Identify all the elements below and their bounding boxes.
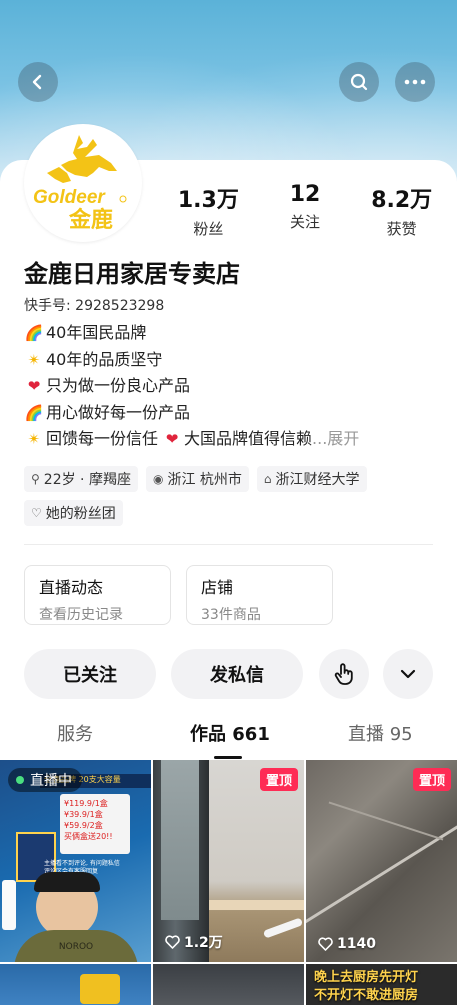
expand-bio-link[interactable]: ...展开 [312, 426, 359, 453]
presenter-hair [34, 872, 100, 892]
thumb-caption: 不开灯不敢进厨房 [314, 988, 419, 1003]
back-button[interactable] [18, 62, 58, 102]
stat-number: 12 [289, 182, 321, 207]
thumb-caption: 晚上去厨房先开灯 [314, 970, 419, 985]
chevron-down-icon [400, 669, 416, 679]
followed-button[interactable]: 已关注 [24, 649, 156, 699]
video-thumbnail[interactable]: 晚上去厨房先开灯 不开灯不敢进厨房 [306, 964, 457, 1005]
marble-vein [328, 801, 444, 841]
stat-label: 关注 [290, 213, 321, 231]
price-text: ¥39.9/1盒 [64, 810, 103, 819]
caulk-gun [262, 917, 304, 939]
profile-tags: ⚲ 22岁 · 摩羯座 ◉ 浙江 杭州市 ⌂ 浙江财经大学 ♡ 她的粉丝团 [24, 466, 444, 526]
video-thumbnail[interactable]: 置顶 1140 [306, 760, 457, 962]
pinned-badge: 置顶 [259, 768, 298, 791]
tab-services[interactable]: 服务 [57, 720, 93, 746]
live-badge: 直播中 [8, 768, 82, 792]
tag-age: ⚲ 22岁 · 摩羯座 [24, 466, 138, 492]
back-arrow-icon [32, 74, 42, 90]
bio-line: 🌈 40年国民品牌 [24, 320, 444, 347]
bio-line: 🌈 用心做好每一份产品 [24, 400, 444, 427]
video-thumbnail[interactable] [0, 964, 151, 1005]
search-button[interactable] [339, 62, 379, 102]
svg-text:金鹿: 金鹿 [68, 207, 113, 233]
thumb-object [80, 974, 120, 1004]
gender-icon: ⚲ [31, 472, 40, 486]
divider [24, 544, 433, 545]
box-subtitle: 查看历史记录 [39, 607, 123, 623]
tag-fan-group[interactable]: ♡ 她的粉丝团 [24, 500, 123, 526]
expand-button[interactable] [383, 649, 433, 699]
bio-line: ✴ 回馈每一份信任 ❤ 大国品牌值得信赖 ...展开 [24, 426, 444, 453]
stat-label: 获赞 [386, 220, 417, 238]
tile-seam [306, 817, 457, 926]
stat-label: 粉丝 [193, 220, 224, 238]
profile-stats: 1.3万 粉丝 12 关注 8.2万 获赞 [160, 182, 450, 239]
stat-fans[interactable]: 1.3万 粉丝 [160, 182, 257, 239]
toothbrush [2, 880, 16, 930]
tag-school[interactable]: ⌂ 浙江财经大学 [256, 466, 367, 492]
hand-touch-icon [334, 663, 353, 685]
sparkle-icon: ✴ [27, 350, 41, 369]
video-thumbnail-live[interactable]: 全鹿品牌 20支大容量 ¥119.9/1盒 ¥39.9/1盒 ¥59.9/2盒 … [0, 760, 151, 962]
box-subtitle: 33件商品 [201, 607, 261, 623]
like-count: 1.2万 [165, 932, 223, 952]
content-tabs: 服务 作品 661 直播 95 [0, 720, 457, 760]
more-button[interactable] [395, 62, 435, 102]
rainbow-icon: 🌈 [24, 403, 44, 422]
thumb-price-card: ¥119.9/1盒 ¥39.9/1盒 ¥59.9/2盒 买俩盒送20!! [60, 794, 130, 854]
box-title: 店铺 [201, 578, 234, 597]
stat-number: 8.2万 [371, 188, 433, 213]
shop-box[interactable]: 店铺 33件商品 [186, 565, 333, 625]
pinned-badge: 置顶 [412, 768, 451, 791]
tab-live[interactable]: 直播 95 [348, 720, 413, 746]
sparkle-icon: ✴ [27, 430, 41, 449]
live-history-box[interactable]: 直播动态 查看历史记录 [24, 565, 171, 625]
kuaishou-id[interactable]: 快手号: 2928523298 [24, 295, 164, 315]
heart-icon: ❤ [27, 377, 41, 396]
tag-location[interactable]: ◉ 浙江 杭州市 [145, 466, 249, 492]
box-title: 直播动态 [39, 578, 104, 597]
stat-number: 1.3万 [177, 188, 239, 213]
bio-line: ✴ 40年的品质坚守 [24, 347, 444, 374]
like-count: 1140 [318, 936, 376, 952]
live-dot-icon [16, 776, 24, 784]
more-dots-icon [404, 79, 426, 85]
presenter-shirt: NOROO [14, 930, 138, 962]
search-icon [350, 73, 368, 91]
rainbow-icon: 🌈 [24, 324, 44, 342]
stat-following[interactable]: 12 关注 [257, 182, 354, 239]
video-thumbnail[interactable]: 置顶 1.2万 [153, 760, 304, 962]
touch-button[interactable] [319, 649, 369, 699]
price-text: ¥59.9/2盒 [64, 821, 103, 830]
window-glass [161, 760, 199, 920]
price-text: 买俩盒送20!! [64, 832, 113, 841]
avatar[interactable]: Goldeer 金鹿 [24, 124, 142, 242]
fan-group-icon: ♡ [31, 506, 42, 520]
price-text: ¥119.9/1盒 [64, 799, 108, 808]
message-button[interactable]: 发私信 [171, 649, 303, 699]
goldeer-logo: Goldeer 金鹿 [33, 135, 127, 233]
bio-line: ❤ 只为做一份良心产品 [24, 373, 444, 400]
skirting-board [209, 900, 304, 910]
svg-text:Goldeer: Goldeer [33, 187, 106, 208]
profile-bio: 🌈 40年国民品牌 ✴ 40年的品质坚守 ❤ 只为做一份良心产品 🌈 用心做好每… [24, 320, 444, 453]
heart-icon: ❤ [165, 430, 179, 449]
location-pin-icon: ◉ [152, 472, 164, 486]
heart-outline-icon [165, 935, 180, 949]
graduation-cap-icon: ⌂ [263, 472, 272, 486]
tab-works[interactable]: 作品 661 [190, 720, 270, 746]
tab-indicator [214, 756, 242, 759]
profile-name: 金鹿日用家居专卖店 [24, 260, 240, 288]
heart-outline-icon [318, 937, 333, 951]
video-thumbnail[interactable] [153, 964, 304, 1005]
note-text: 主播看不到评论, 有问题私信 [44, 860, 120, 867]
stat-likes[interactable]: 8.2万 获赞 [353, 182, 450, 239]
